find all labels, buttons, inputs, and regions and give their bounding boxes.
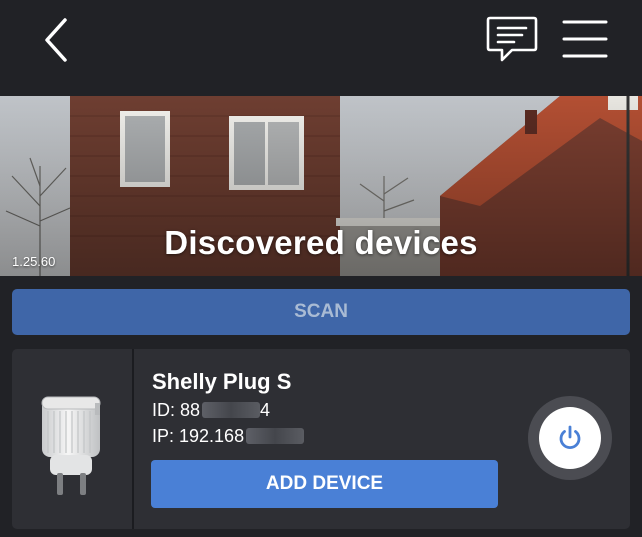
power-icon: [559, 425, 581, 450]
hamburger-menu-icon: [562, 20, 608, 58]
menu-button[interactable]: [560, 16, 610, 62]
redacted-blur: [246, 428, 305, 444]
scan-button[interactable]: SCAN: [12, 289, 630, 335]
feedback-button[interactable]: [484, 14, 540, 66]
device-image: [12, 349, 132, 529]
device-name: Shelly Plug S: [152, 369, 292, 394]
device-card: Shelly Plug S ID: 88 4 IP: 192.168 ADD DE…: [12, 349, 630, 529]
device-ip-prefix: IP: 192.168: [152, 426, 245, 446]
page-title: Discovered devices: [164, 224, 478, 261]
card-divider: [132, 349, 134, 529]
device-ip: IP: 192.168: [152, 426, 305, 447]
chevron-left-icon: [45, 18, 67, 62]
smart-plug-icon: [41, 396, 101, 495]
top-bar: [0, 0, 642, 96]
power-button-face: [539, 407, 601, 469]
app-version: 1.25.60: [12, 254, 56, 269]
device-id-prefix: ID: 88: [152, 400, 201, 420]
back-button[interactable]: [38, 16, 78, 64]
redacted-blur: [202, 402, 261, 418]
device-id-suffix: 4: [260, 400, 271, 420]
add-device-button[interactable]: ADD DEVICE: [151, 460, 498, 508]
device-id: ID: 88 4: [152, 400, 270, 421]
chat-bubble-icon: [486, 16, 538, 62]
power-toggle-button[interactable]: [528, 396, 612, 480]
